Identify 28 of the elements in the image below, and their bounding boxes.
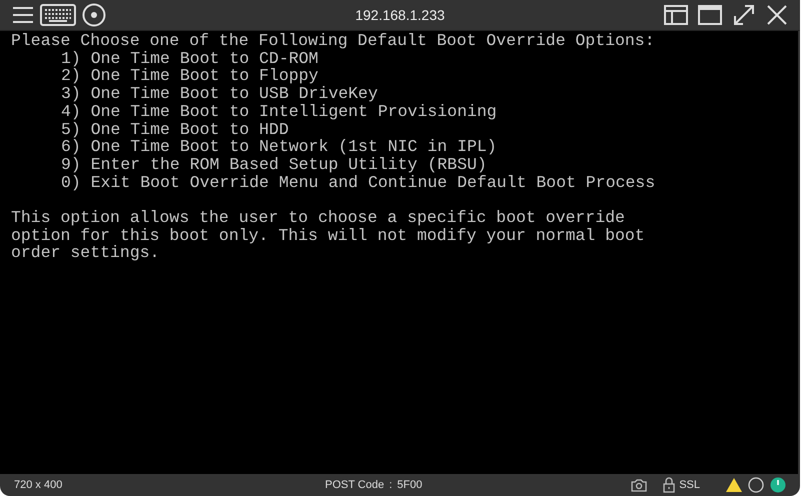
close-icon[interactable] (766, 4, 788, 26)
menu-heading: Please Choose one of the Following Default Boot Override Options: (11, 32, 655, 50)
separator-text: : (389, 479, 392, 491)
menu-icon[interactable] (12, 6, 34, 24)
menu-option: 3) One Time Boot to USB DriveKey (61, 85, 378, 103)
circle-icon (748, 477, 764, 493)
resolution-text: 720 x 400 (14, 479, 62, 491)
post-code-label: POST Code (325, 479, 384, 491)
menu-option: 4) One Time Boot to Intelligent Provisioning (61, 102, 497, 121)
menu-option: 5) One Time Boot to HDD (61, 120, 289, 138)
menu-option: 2) One Time Boot to Floppy (61, 67, 318, 86)
window-icon[interactable] (698, 5, 722, 25)
ssl-text: SSL (679, 479, 700, 491)
post-code-value: 5F00 (397, 479, 422, 491)
lock-icon (663, 477, 676, 493)
layout-icon[interactable] (664, 5, 688, 25)
menu-option: 0) Exit Boot Override Menu and Continue Default Boot Process (61, 174, 656, 192)
disc-icon[interactable] (82, 3, 106, 27)
description-text: This option allows the user to choose a specific boot override option for this boot only. This will not modify your normal boot order settings. (11, 209, 645, 262)
fullscreen-icon[interactable] (732, 3, 756, 27)
window-title: 192.168.1.233 (355, 7, 445, 23)
menu-option: 6) One Time Boot to Network (1st NIC in IPL) (61, 138, 497, 156)
power-icon[interactable] (770, 477, 786, 493)
camera-icon[interactable] (631, 478, 648, 492)
keyboard-icon[interactable] (40, 4, 76, 26)
menu-option: 9) Enter the ROM Based Setup Utility (RBSU) (61, 156, 487, 174)
menu-option: 1) One Time Boot to CD-ROM (61, 50, 318, 68)
warning-icon (726, 478, 742, 492)
